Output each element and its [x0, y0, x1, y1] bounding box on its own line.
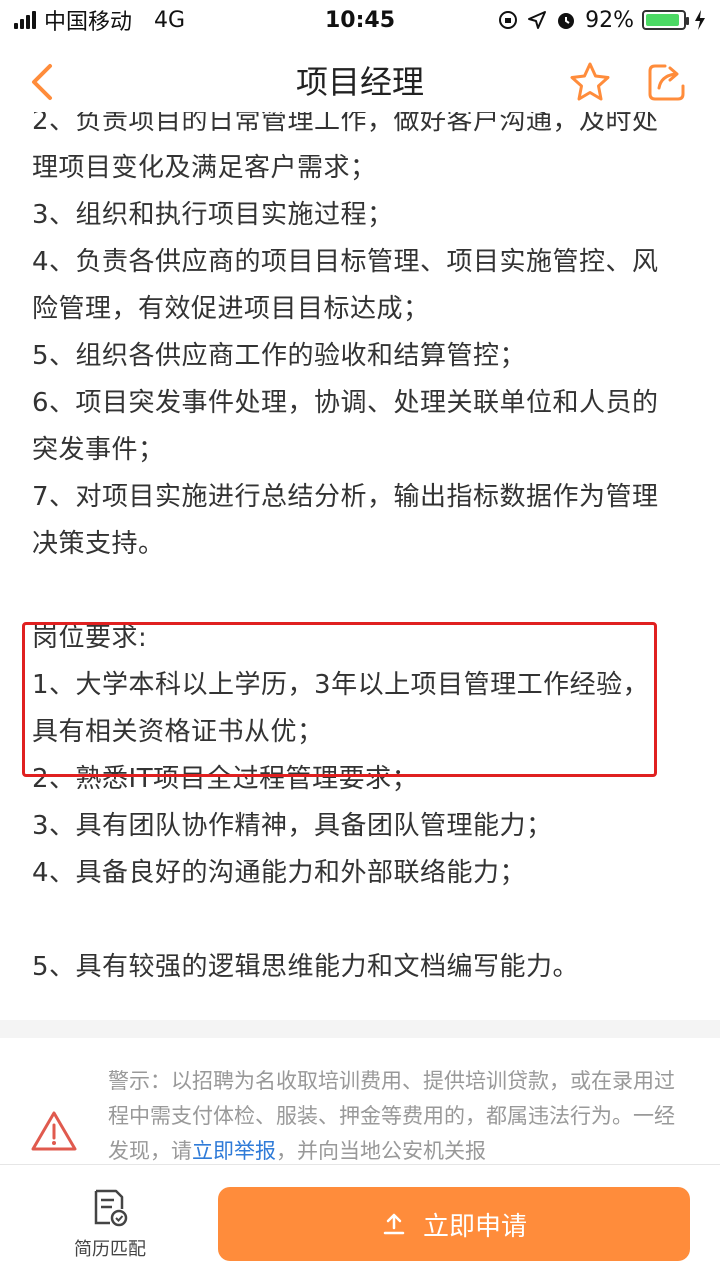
requirement-line: 3、具有团队协作精神，具备团队管理能力； — [32, 811, 553, 841]
network-type: 4G — [154, 7, 186, 33]
location-icon — [528, 11, 547, 29]
carrier-name: 中国移动 — [44, 10, 133, 35]
upload-icon — [383, 1213, 405, 1235]
battery-level — [646, 14, 680, 26]
warning-text: 警示：以招聘为名收取培训费用、提供培训贷款，或在录用过程中需支付体检、服装、押金… — [108, 1064, 688, 1164]
job-detail-content[interactable]: 2、负责项目的日常管理工作，做好客户沟通，及时处 理项目变化及满足客户需求； 3… — [0, 112, 720, 1020]
report-link[interactable]: 立即举报 — [192, 1139, 276, 1163]
signal-icon — [14, 11, 36, 29]
warning-text-end: ，并向当地公安机关报 — [276, 1139, 486, 1163]
description-line: 2、负责项目的日常管理工作，做好客户沟通，及时处 — [32, 112, 659, 136]
apply-now-label: 立即申请 — [422, 1211, 527, 1242]
fraud-warning: 警示：以招聘为名收取培训费用、提供培训贷款，或在录用过程中需支付体检、服装、押金… — [0, 1038, 720, 1164]
battery-percent: 92% — [585, 7, 634, 33]
battery-icon — [642, 10, 689, 30]
apply-now-button[interactable]: 立即申请 — [218, 1187, 690, 1261]
star-icon[interactable] — [568, 60, 612, 104]
description-line: 3、组织和执行项目实施过程； — [32, 200, 394, 230]
resume-check-icon — [94, 1189, 128, 1227]
description-line: 7、对项目实施进行总结分析，输出指标数据作为管理 — [32, 482, 659, 512]
page-title: 项目经理 — [295, 63, 424, 101]
highlight-annotation-box — [22, 622, 657, 777]
description-line: 突发事件； — [32, 435, 165, 465]
section-divider — [0, 1020, 720, 1038]
description-line: 5、组织各供应商工作的验收和结算管控； — [32, 341, 527, 371]
status-right: 92% — [497, 8, 706, 33]
job-detail-text: 2、负责项目的日常管理工作，做好客户沟通，及时处 理项目变化及满足客户需求； 3… — [32, 112, 692, 991]
status-bar: 中国移动 4G 10:45 92% — [0, 0, 720, 40]
nav-bar: 项目经理 — [0, 40, 720, 120]
orientation-lock-icon — [499, 11, 518, 29]
share-icon[interactable] — [645, 60, 689, 104]
charging-icon — [695, 10, 705, 30]
status-left: 中国移动 4G — [14, 4, 185, 36]
resume-match-label: 简历匹配 — [74, 1239, 146, 1260]
warning-triangle-icon — [31, 1111, 77, 1151]
alarm-icon — [558, 13, 575, 29]
resume-match-button[interactable]: 简历匹配 — [60, 1187, 160, 1267]
description-line: 6、项目突发事件处理，协调、处理关联单位和人员的 — [32, 388, 659, 418]
description-line: 险管理，有效促进项目目标达成； — [32, 294, 430, 324]
bottom-action-bar: 简历匹配 立即申请 — [0, 1164, 720, 1281]
description-line: 4、负责各供应商的项目目标管理、项目实施管控、风 — [32, 247, 659, 277]
description-line: 决策支持。 — [32, 529, 165, 559]
description-line: 理项目变化及满足客户需求； — [32, 153, 377, 183]
requirement-line: 4、具备良好的沟通能力和外部联络能力； — [32, 858, 527, 888]
requirement-line: 5、具有较强的逻辑思维能力和文档编写能力。 — [32, 952, 580, 982]
back-arrow-icon[interactable] — [26, 62, 58, 102]
